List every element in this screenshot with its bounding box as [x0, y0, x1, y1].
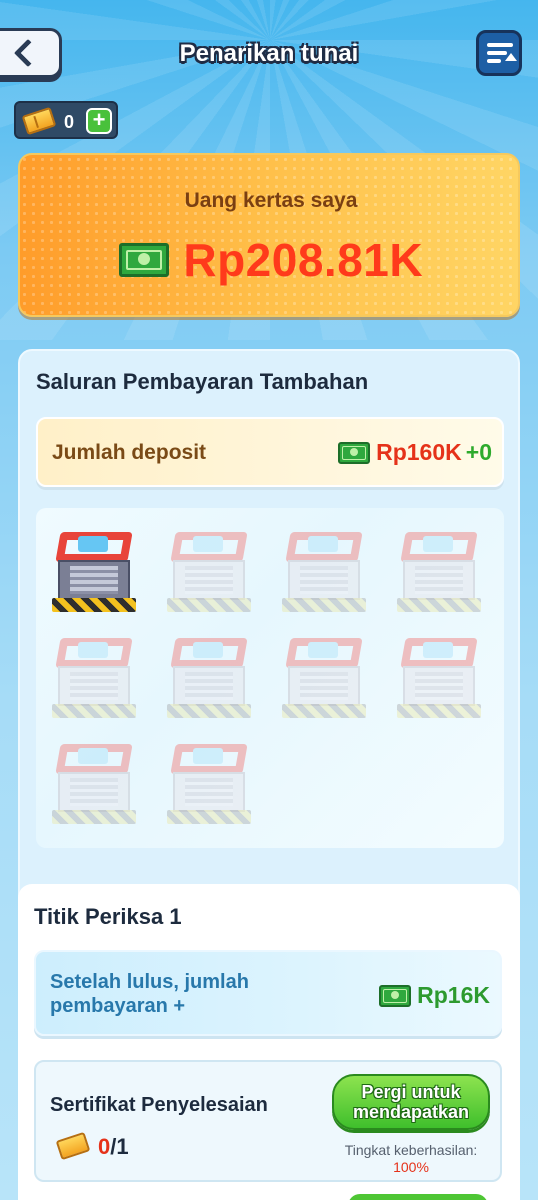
checkpoint-panel: Titik Periksa 1 Setelah lulus, jumlah pe… [18, 884, 520, 1200]
coupon-ticket-icon [55, 1131, 91, 1161]
shop-building-6[interactable] [165, 632, 253, 722]
bonus-value: Rp16K [379, 982, 490, 1009]
shop-body [58, 772, 130, 812]
banknote-icon [379, 984, 412, 1007]
shop-building-7[interactable] [280, 632, 368, 722]
records-button[interactable] [476, 30, 522, 76]
balance-amount: Rp208.81K [183, 234, 424, 286]
deposit-amount: Rp160K [376, 439, 462, 465]
certificate-count: 0/1 [98, 1134, 129, 1160]
shop-base [167, 598, 251, 612]
bonus-label: Setelah lulus, jumlah pembayaran + [50, 971, 249, 1017]
banknote-icon [118, 243, 169, 277]
shop-base [52, 704, 136, 718]
shop-base [282, 704, 366, 718]
success-rate-value: 100% [393, 1159, 429, 1175]
arrow-up-icon [505, 53, 517, 61]
balance-row: Rp208.81K [20, 233, 518, 287]
shop-body [173, 560, 245, 600]
shop-sign [308, 642, 338, 658]
shop-building-10[interactable] [165, 738, 253, 828]
shop-base [52, 810, 136, 824]
shop-base [52, 598, 136, 612]
shop-sign [308, 536, 338, 552]
shop-body [58, 560, 130, 600]
shop-sign [78, 748, 108, 764]
shop-sign [78, 536, 108, 552]
coupon-counter: 0 + [14, 101, 118, 139]
shop-body [173, 772, 245, 812]
shop-base [167, 704, 251, 718]
shop-body [403, 560, 475, 600]
shop-building-4[interactable] [395, 526, 483, 616]
shop-base [397, 704, 481, 718]
shop-base [282, 598, 366, 612]
list-line [487, 59, 501, 63]
shop-sign [193, 748, 223, 764]
page-title: Penarikan tunai [179, 40, 359, 67]
shop-body [288, 666, 360, 706]
banknote-icon [338, 441, 371, 464]
shop-building-3[interactable] [280, 526, 368, 616]
certificate-label: Sertifikat Penyelesaian [50, 1094, 268, 1116]
shop-base [397, 598, 481, 612]
shop-building-8[interactable] [395, 632, 483, 722]
shop-body [403, 666, 475, 706]
list-upload-icon [487, 43, 513, 47]
shop-grid [36, 508, 504, 848]
deposit-label: Jumlah deposit [52, 441, 207, 464]
shop-building-2[interactable] [165, 526, 253, 616]
add-coupon-button[interactable]: + [86, 108, 112, 134]
certificate-total: /1 [110, 1134, 129, 1159]
top-bar: Penarikan tunai [0, 0, 538, 100]
shop-base [167, 810, 251, 824]
coupon-ticket-icon [21, 106, 57, 136]
shop-building-1[interactable] [50, 526, 138, 616]
deposit-bar: Jumlah deposit Rp160K +0 [36, 417, 504, 487]
shop-sign [423, 642, 453, 658]
next-button-partial[interactable] [348, 1194, 488, 1200]
coupon-count: 0 [64, 112, 75, 132]
shop-building-9[interactable] [50, 738, 138, 828]
certificate-card: Sertifikat Penyelesaian 0/1 Pergi untuk … [34, 1060, 502, 1182]
shop-body [288, 560, 360, 600]
balance-card: Uang kertas saya Rp208.81K [18, 153, 520, 317]
bonus-amount: Rp16K [417, 982, 490, 1008]
certificate-current: 0 [98, 1134, 111, 1159]
checkpoint-title: Titik Periksa 1 [34, 904, 182, 929]
shop-body [173, 666, 245, 706]
shop-building-5[interactable] [50, 632, 138, 722]
shop-sign [78, 642, 108, 658]
panel-title: Saluran Pembayaran Tambahan [36, 369, 369, 394]
get-certificate-button[interactable]: Pergi untuk mendapatkan [332, 1074, 490, 1130]
shop-sign [193, 536, 223, 552]
deposit-value: Rp160K +0 [338, 439, 492, 466]
bonus-bar: Setelah lulus, jumlah pembayaran + Rp16K [34, 950, 502, 1036]
shop-sign [423, 536, 453, 552]
shop-body [58, 666, 130, 706]
list-line [487, 51, 507, 55]
success-rate-label: Tingkat keberhasilan: [344, 1142, 478, 1158]
shop-sign [193, 642, 223, 658]
deposit-plus: +0 [465, 439, 492, 465]
balance-label: Uang kertas saya [184, 189, 358, 212]
